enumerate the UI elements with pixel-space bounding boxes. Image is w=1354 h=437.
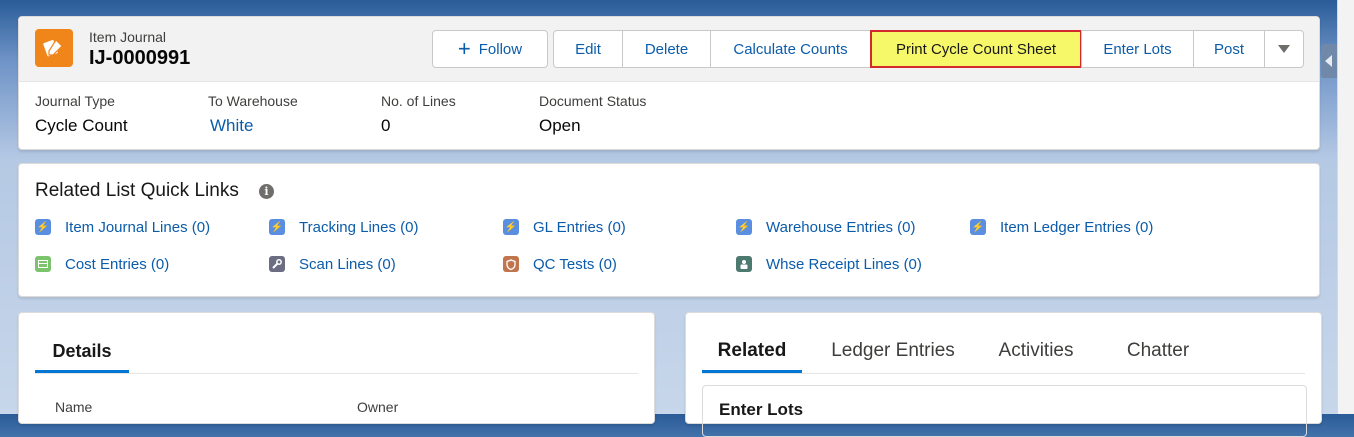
enter-lots-button[interactable]: Enter Lots xyxy=(1081,30,1194,68)
no-of-lines-label: No. of Lines xyxy=(381,93,456,109)
to-warehouse-label: To Warehouse xyxy=(208,93,298,109)
wrench-icon xyxy=(269,256,285,272)
follow-label: Follow xyxy=(478,40,523,58)
journal-type-value: Cycle Count xyxy=(35,116,128,135)
quick-link-tracking-lines[interactable]: ⚡ Tracking Lines (0) xyxy=(269,216,419,238)
quick-link-gl-entries[interactable]: ⚡ GL Entries (0) xyxy=(503,216,626,238)
quick-link-scan-lines[interactable]: Scan Lines (0) xyxy=(269,253,396,275)
quick-link-label: Cost Entries (0) xyxy=(65,255,170,273)
bolt-icon: ⚡ xyxy=(503,219,519,235)
quick-link-whse-receipt-lines[interactable]: Whse Receipt Lines (0) xyxy=(736,253,922,275)
tab-ledger-entries[interactable]: Ledger Entries xyxy=(826,337,960,373)
table-icon xyxy=(35,256,51,272)
bolt-icon: ⚡ xyxy=(970,219,986,235)
record-name: IJ-0000991 xyxy=(89,47,191,69)
post-button[interactable]: Post xyxy=(1193,30,1265,68)
quick-link-label: Item Journal Lines (0) xyxy=(65,218,211,236)
delete-button[interactable]: Delete xyxy=(622,30,711,68)
calculate-counts-button[interactable]: Calculate Counts xyxy=(710,30,871,68)
tab-related[interactable]: Related xyxy=(702,337,802,373)
no-of-lines-value: 0 xyxy=(381,116,391,135)
edit-button[interactable]: Edit xyxy=(553,30,623,68)
name-field-label: Name xyxy=(55,399,93,415)
quick-link-label: Scan Lines (0) xyxy=(299,255,396,273)
quick-link-warehouse-entries[interactable]: ⚡ Warehouse Entries (0) xyxy=(736,216,916,238)
journal-type-label: Journal Type xyxy=(35,93,115,109)
object-type-label: Item Journal xyxy=(89,29,167,45)
bolt-icon: ⚡ xyxy=(269,219,285,235)
quick-link-label: QC Tests (0) xyxy=(533,255,617,273)
more-actions-button[interactable] xyxy=(1264,30,1304,68)
plus-icon: + xyxy=(457,36,471,61)
shield-icon xyxy=(503,256,519,272)
divider xyxy=(35,373,638,374)
details-panel: Details Name Owner xyxy=(18,312,655,424)
header-top-bar: Item Journal IJ-0000991 + Follow Edit De… xyxy=(19,17,1319,82)
quick-link-label: Whse Receipt Lines (0) xyxy=(766,255,922,273)
chevron-down-icon xyxy=(1278,45,1290,53)
quick-links-title: Related List Quick Links xyxy=(35,180,239,201)
related-panel: Related Ledger Entries Activities Chatte… xyxy=(685,312,1322,437)
quick-link-item-ledger-entries[interactable]: ⚡ Item Ledger Entries (0) xyxy=(970,216,1153,238)
quick-link-label: Warehouse Entries (0) xyxy=(766,218,916,236)
related-list-quick-links: Related List Quick Links i ⚡ Item Journa… xyxy=(18,163,1320,297)
print-cycle-count-sheet-button[interactable]: Print Cycle Count Sheet xyxy=(870,30,1082,68)
quick-link-item-journal-lines[interactable]: ⚡ Item Journal Lines (0) xyxy=(35,216,210,238)
follow-button[interactable]: + Follow xyxy=(432,30,548,68)
owner-field-label: Owner xyxy=(357,399,399,415)
to-warehouse-link[interactable]: White xyxy=(210,116,253,136)
robot-icon xyxy=(736,256,752,272)
quick-link-label: Tracking Lines (0) xyxy=(299,218,419,236)
record-header: Item Journal IJ-0000991 + Follow Edit De… xyxy=(18,16,1320,150)
info-icon[interactable]: i xyxy=(259,184,274,199)
bolt-icon: ⚡ xyxy=(35,219,51,235)
utility-panel-toggle[interactable] xyxy=(1321,44,1337,78)
document-status-value: Open xyxy=(539,116,581,135)
divider xyxy=(702,373,1305,374)
enter-lots-title: Enter Lots xyxy=(719,400,804,419)
quick-link-label: GL Entries (0) xyxy=(533,218,626,236)
scrollbar[interactable] xyxy=(1337,0,1354,414)
quick-link-cost-entries[interactable]: Cost Entries (0) xyxy=(35,253,169,275)
item-journal-icon xyxy=(35,29,73,67)
document-status-label: Document Status xyxy=(539,93,647,109)
quick-link-qc-tests[interactable]: QC Tests (0) xyxy=(503,253,617,275)
enter-lots-section: Enter Lots xyxy=(702,385,1307,437)
tab-details[interactable]: Details xyxy=(35,337,129,373)
bolt-icon: ⚡ xyxy=(736,219,752,235)
tab-activities[interactable]: Activities xyxy=(991,337,1081,373)
quick-link-label: Item Ledger Entries (0) xyxy=(1000,218,1154,236)
tab-chatter[interactable]: Chatter xyxy=(1119,337,1197,373)
